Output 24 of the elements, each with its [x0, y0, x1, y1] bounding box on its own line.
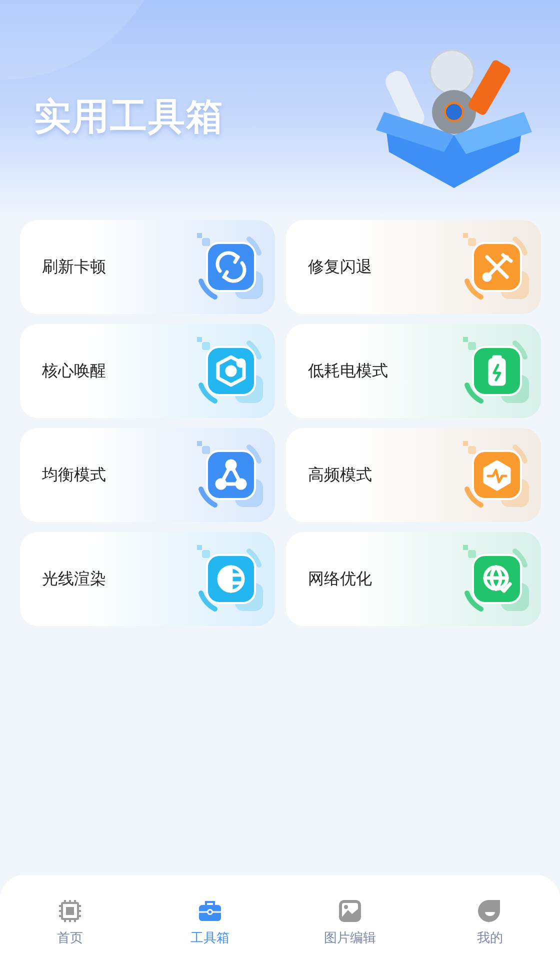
tool-label: 低耗电模式 [308, 360, 388, 382]
image-icon [338, 899, 362, 923]
tool-card[interactable]: 高频模式 [286, 428, 541, 522]
tool-card[interactable]: 网络优化 [286, 532, 541, 626]
tool-card[interactable]: 核心唤醒 [20, 324, 275, 418]
page-title: 实用工具箱 [34, 94, 224, 140]
tab[interactable]: 图片编辑 [300, 899, 400, 947]
tool-card[interactable]: 刷新卡顿 [20, 220, 275, 314]
tab[interactable]: 首页 [20, 899, 120, 947]
face-icon [478, 899, 502, 923]
tool-label: 高频模式 [308, 464, 372, 486]
toolbox-icon [198, 899, 222, 923]
tool-card[interactable]: 光线渲染 [20, 532, 275, 626]
tool-label: 刷新卡顿 [42, 256, 106, 278]
tool-label: 核心唤醒 [42, 360, 106, 382]
tool-label: 修复闪退 [308, 256, 372, 278]
tool-card[interactable]: 低耗电模式 [286, 324, 541, 418]
tool-card[interactable]: 修复闪退 [286, 220, 541, 314]
chip-icon [58, 899, 82, 923]
tool-label: 光线渲染 [42, 568, 106, 590]
tab[interactable]: 我的 [440, 899, 540, 947]
tool-label: 网络优化 [308, 568, 372, 590]
tool-label: 均衡模式 [42, 464, 106, 486]
tool-card[interactable]: 均衡模式 [20, 428, 275, 522]
